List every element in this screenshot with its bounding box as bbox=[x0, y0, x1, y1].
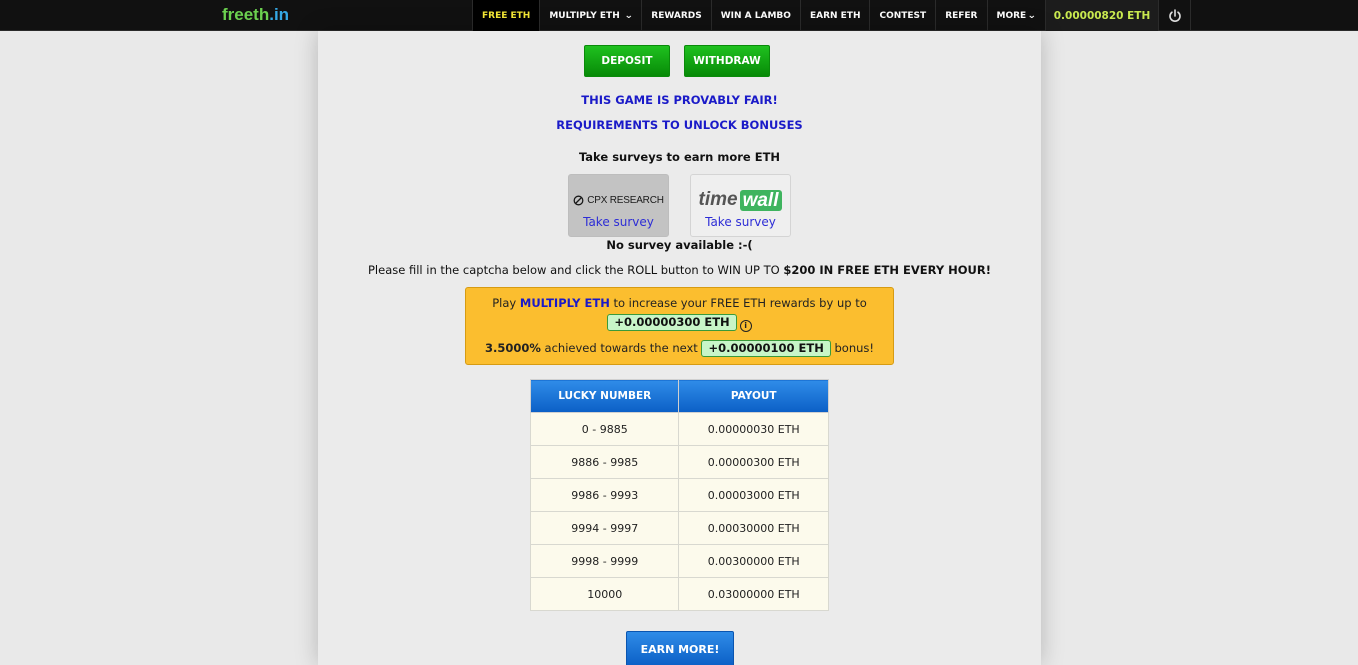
requirements-link[interactable]: REQUIREMENTS TO UNLOCK BONUSES bbox=[318, 118, 1041, 132]
bonus-progress-percent: 3.5000% bbox=[485, 341, 541, 355]
nav-label: CONTEST bbox=[879, 10, 927, 21]
payout-value: 0.00003000 ETH bbox=[678, 478, 829, 512]
provably-fair-link[interactable]: THIS GAME IS PROVABLY FAIR! bbox=[318, 93, 1041, 107]
bonus-text: Play bbox=[492, 296, 520, 310]
nav-label: WIN A LAMBO bbox=[720, 10, 791, 21]
survey-card-cpx-research[interactable]: CPX RESEARCH Take survey bbox=[568, 174, 669, 237]
deposit-label: DEPOSIT bbox=[601, 55, 653, 67]
instructions-highlight: $200 IN FREE ETH EVERY HOUR! bbox=[783, 263, 991, 277]
chevron-down-icon: ⌄︎ bbox=[623, 10, 634, 21]
power-icon bbox=[1169, 8, 1181, 22]
lucky-number-range: 9986 - 9993 bbox=[529, 478, 680, 512]
header-payout: PAYOUT bbox=[678, 379, 829, 413]
table-row: 10000 0.03000000 ETH bbox=[529, 577, 829, 611]
earn-more-button[interactable]: EARN MORE! bbox=[626, 631, 734, 665]
header-lucky-number: LUCKY NUMBER bbox=[529, 379, 680, 413]
deposit-button[interactable]: DEPOSIT bbox=[584, 45, 670, 77]
bonus-line-1: Play MULTIPLY ETH to increase your FREE … bbox=[466, 296, 893, 310]
nav-rewards[interactable]: REWARDS bbox=[641, 0, 710, 31]
nav-contest[interactable]: CONTEST bbox=[869, 0, 935, 31]
cpx-logo-icon bbox=[573, 195, 584, 205]
nav-more[interactable]: MORE ⌄︎ bbox=[986, 0, 1045, 31]
take-survey-link[interactable]: Take survey bbox=[569, 215, 668, 229]
nav-label: REFER bbox=[945, 10, 978, 21]
site-logo[interactable]: freeth.in bbox=[222, 5, 289, 25]
lucky-number-range: 9994 - 9997 bbox=[529, 511, 680, 545]
payout-value: 0.00030000 ETH bbox=[678, 511, 829, 545]
multiply-eth-link[interactable]: MULTIPLY ETH bbox=[520, 296, 610, 310]
info-icon[interactable]: i bbox=[739, 319, 752, 332]
bonus-text: to increase your FREE ETH rewards by up … bbox=[609, 296, 867, 310]
earn-more-label: EARN MORE! bbox=[640, 642, 720, 656]
payout-value: 0.00000300 ETH bbox=[678, 445, 829, 479]
logo-part-freeth: freeth bbox=[222, 5, 270, 24]
bonus-text: achieved towards the next bbox=[540, 341, 702, 355]
withdraw-button[interactable]: WITHDRAW bbox=[684, 45, 770, 77]
nav-free-eth[interactable]: FREE ETH bbox=[472, 0, 540, 31]
balance-display: 0.00000820 ETH bbox=[1044, 0, 1159, 31]
table-header-row: LUCKY NUMBER PAYOUT bbox=[529, 379, 829, 413]
table-row: 9994 - 9997 0.00030000 ETH bbox=[529, 511, 829, 545]
payout-value: 0.00300000 ETH bbox=[678, 544, 829, 578]
nav-label: EARN ETH bbox=[809, 10, 861, 21]
lucky-number-range: 9998 - 9999 bbox=[529, 544, 680, 578]
lucky-number-range: 9886 - 9985 bbox=[529, 445, 680, 479]
nav-label: MULTIPLY ETH bbox=[549, 10, 620, 21]
nav-label: MORE bbox=[996, 10, 1027, 21]
top-navbar: freeth.in FREE ETH MULTIPLY ETH ⌄︎ REWARD… bbox=[0, 0, 1358, 31]
survey-status: No survey available :-( bbox=[606, 238, 753, 252]
logout-button[interactable] bbox=[1158, 0, 1192, 31]
payout-table: LUCKY NUMBER PAYOUT 0 - 9885 0.00000030 E… bbox=[529, 379, 829, 611]
main-panel: DEPOSIT WITHDRAW THIS GAME IS PROVABLY F… bbox=[318, 31, 1041, 665]
payout-value: 0.03000000 ETH bbox=[678, 577, 829, 611]
roll-instructions: Please fill in the captcha below and cli… bbox=[318, 263, 1041, 277]
timewall-logo: time wall bbox=[691, 189, 790, 211]
bonus-text: bonus! bbox=[830, 341, 874, 355]
table-row: 9886 - 9985 0.00000300 ETH bbox=[529, 445, 829, 479]
chevron-down-icon: ⌄︎ bbox=[1027, 10, 1037, 21]
survey-card-timewall[interactable]: time wall Take survey bbox=[690, 174, 791, 237]
multiply-bonus-box: Play MULTIPLY ETH to increase your FREE … bbox=[465, 287, 894, 365]
timewall-logo-time: time bbox=[698, 189, 738, 210]
timewall-logo-wall: wall bbox=[739, 189, 783, 211]
bonus-line-2: +0.00000300 ETH i bbox=[466, 314, 893, 332]
lucky-number-range: 0 - 9885 bbox=[529, 412, 680, 446]
take-survey-link[interactable]: Take survey bbox=[691, 215, 790, 229]
table-row: 0 - 9885 0.00000030 ETH bbox=[529, 412, 829, 446]
nav-label: FREE ETH bbox=[482, 10, 531, 21]
cpx-research-name: CPX RESEARCH bbox=[587, 194, 664, 206]
lucky-number-range: 10000 bbox=[529, 577, 680, 611]
table-row: 9986 - 9993 0.00003000 ETH bbox=[529, 478, 829, 512]
balance-value: 0.00000820 ETH bbox=[1053, 9, 1151, 22]
max-bonus-badge: +0.00000300 ETH bbox=[607, 314, 737, 331]
payout-value: 0.00000030 ETH bbox=[678, 412, 829, 446]
nav-refer[interactable]: REFER bbox=[935, 0, 986, 31]
logo-part-in: .in bbox=[269, 5, 290, 24]
next-bonus-badge: +0.00000100 ETH bbox=[701, 340, 831, 357]
nav-multiply-eth[interactable]: MULTIPLY ETH ⌄︎ bbox=[539, 0, 641, 31]
bonus-line-3: 3.5000% achieved towards the next +0.000… bbox=[466, 340, 893, 357]
instructions-text: Please fill in the captcha below and cli… bbox=[367, 263, 784, 277]
withdraw-label: WITHDRAW bbox=[693, 55, 761, 67]
main-nav: FREE ETH MULTIPLY ETH ⌄︎ REWARDS WIN A LA… bbox=[472, 0, 1192, 31]
table-row: 9998 - 9999 0.00300000 ETH bbox=[529, 544, 829, 578]
cpx-research-logo: CPX RESEARCH bbox=[569, 192, 668, 208]
surveys-heading: Take surveys to earn more ETH bbox=[578, 150, 781, 164]
nav-label: REWARDS bbox=[651, 10, 702, 21]
nav-win-a-lambo[interactable]: WIN A LAMBO bbox=[710, 0, 800, 31]
nav-earn-eth[interactable]: EARN ETH bbox=[799, 0, 870, 31]
